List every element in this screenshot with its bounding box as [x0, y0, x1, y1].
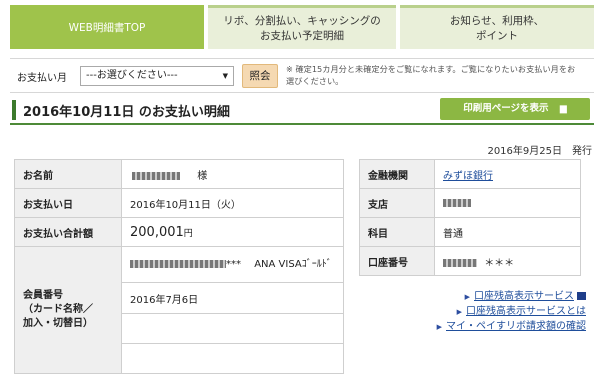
- issue-date: 2016年9月25日 発行: [487, 146, 592, 157]
- window-icon: ▆: [559, 104, 567, 114]
- payment-month-note: ※ 確定15カ月分と未確定分をご覧になれます。ご覧になりたいお支払い月をお選びく…: [286, 64, 576, 86]
- total-value-cell: 200,001円: [121, 217, 344, 247]
- empty-cell: [121, 312, 344, 344]
- tab-label: お知らせ、利用枠、 ポイント: [449, 14, 545, 42]
- link-label: 口座残高表示サービスとは: [466, 306, 586, 317]
- tab-label: リボ、分割払い、キャッシングの お支払い予定明細: [223, 14, 381, 42]
- masked-branch: [443, 198, 471, 207]
- payment-month-label: お支払い月: [17, 73, 67, 84]
- total-label: お支払い合計額: [14, 217, 122, 247]
- empty-cell: [121, 342, 344, 375]
- masked-card-number: [130, 260, 226, 269]
- triangle-right-icon: ▶: [436, 323, 442, 331]
- card-mask: ***: [226, 259, 241, 271]
- account-mask: ＊＊＊: [484, 257, 515, 269]
- account-number-value: ＊＊＊: [434, 246, 581, 276]
- bank-account-table: 金融機関 みずほ銀行 支店 科目 普通 口座番号 ＊＊＊: [359, 159, 581, 276]
- table-row: お支払い合計額 200,001円: [14, 217, 344, 247]
- bank-label: 金融機関: [359, 159, 435, 189]
- window-icon: [577, 292, 586, 300]
- total-amount: 200,001: [130, 224, 184, 240]
- triangle-right-icon: ▶: [456, 308, 462, 316]
- link-account-balance-service[interactable]: ▶ 口座残高表示サービス: [392, 290, 586, 304]
- print-page-button[interactable]: 印刷用ページを表示 ▆: [440, 98, 590, 120]
- card-name: ANA VISAｺﾞｰﾙﾄﾞ: [254, 259, 332, 271]
- name-label: お名前: [14, 159, 122, 189]
- join-date: 2016年7月6日: [121, 282, 344, 314]
- top-tabs: WEB明細書TOP リボ、分割払い、キャッシングの お支払い予定明細 お知らせ、…: [10, 5, 594, 49]
- tab-web-statement-top[interactable]: WEB明細書TOP: [10, 5, 204, 49]
- account-type-value: 普通: [434, 217, 581, 247]
- triangle-right-icon: ▶: [464, 293, 470, 301]
- member-number-label: 会員番号 （カード名称／ 加入・切替日）: [14, 246, 122, 374]
- table-row: 支店: [359, 188, 581, 218]
- pay-date-value: 2016年10月11日（火）: [121, 188, 344, 218]
- tab-revolving-schedule[interactable]: リボ、分割払い、キャッシングの お支払い予定明細: [208, 5, 396, 49]
- table-row: 科目 普通: [359, 217, 581, 247]
- tab-notices-points[interactable]: お知らせ、利用枠、 ポイント: [400, 5, 594, 49]
- masked-name: [132, 171, 180, 180]
- title-accent-bar: [12, 100, 16, 120]
- link-label: 口座残高表示サービス: [474, 291, 574, 302]
- pay-date-label: お支払い日: [14, 188, 122, 218]
- bank-link[interactable]: みずほ銀行: [443, 171, 493, 182]
- name-value: 様: [121, 159, 344, 189]
- payment-summary-table: お名前 様 お支払い日 2016年10月11日（火） お支払い合計額 200,0…: [14, 159, 344, 375]
- tab-label: WEB明細書TOP: [68, 22, 146, 34]
- chevron-down-icon: ▼: [222, 72, 228, 80]
- table-row: 会員番号 （カード名称／ 加入・切替日） *** ANA VISAｺﾞｰﾙﾄﾞ: [14, 245, 344, 374]
- branch-value: [434, 188, 581, 218]
- table-row: お支払い日 2016年10月11日（火）: [14, 188, 344, 218]
- total-unit: 円: [183, 228, 193, 239]
- branch-label: 支店: [359, 188, 435, 218]
- payment-month-select[interactable]: ---お選びください--- ▼: [80, 66, 234, 86]
- link-label: マイ・ペイすリボ請求額の確認: [446, 321, 586, 332]
- table-row: お名前 様: [14, 159, 344, 189]
- bank-value-cell: みずほ銀行: [434, 159, 581, 189]
- link-about-balance-service[interactable]: ▶ 口座残高表示サービスとは: [392, 305, 586, 319]
- masked-account-number: [443, 258, 477, 267]
- account-type-label: 科目: [359, 217, 435, 247]
- statement-title-bar: 2016年10月11日 のお支払い明細 印刷用ページを表示 ▆: [10, 98, 594, 125]
- print-page-label: 印刷用ページを表示: [463, 103, 549, 114]
- payment-month-search: お支払い月 ---お選びください--- ▼ 照会 ※ 確定15カ月分と未確定分を…: [10, 58, 594, 93]
- card-info: *** ANA VISAｺﾞｰﾙﾄﾞ: [121, 245, 344, 284]
- name-suffix: 様: [197, 170, 208, 182]
- payment-month-select-value: ---お選びください---: [86, 70, 178, 81]
- page-title: 2016年10月11日 のお支払い明細: [23, 105, 230, 120]
- table-row: 口座番号 ＊＊＊: [359, 246, 581, 276]
- inquiry-button[interactable]: 照会: [242, 64, 278, 88]
- related-links: ▶ 口座残高表示サービス ▶ 口座残高表示サービスとは ▶ マイ・ペイすリボ請求額の確…: [392, 290, 586, 335]
- link-my-pay-revo-check[interactable]: ▶ マイ・ペイすリボ請求額の確認: [392, 320, 586, 334]
- account-number-label: 口座番号: [359, 246, 435, 276]
- table-row: 金融機関 みずほ銀行: [359, 159, 581, 189]
